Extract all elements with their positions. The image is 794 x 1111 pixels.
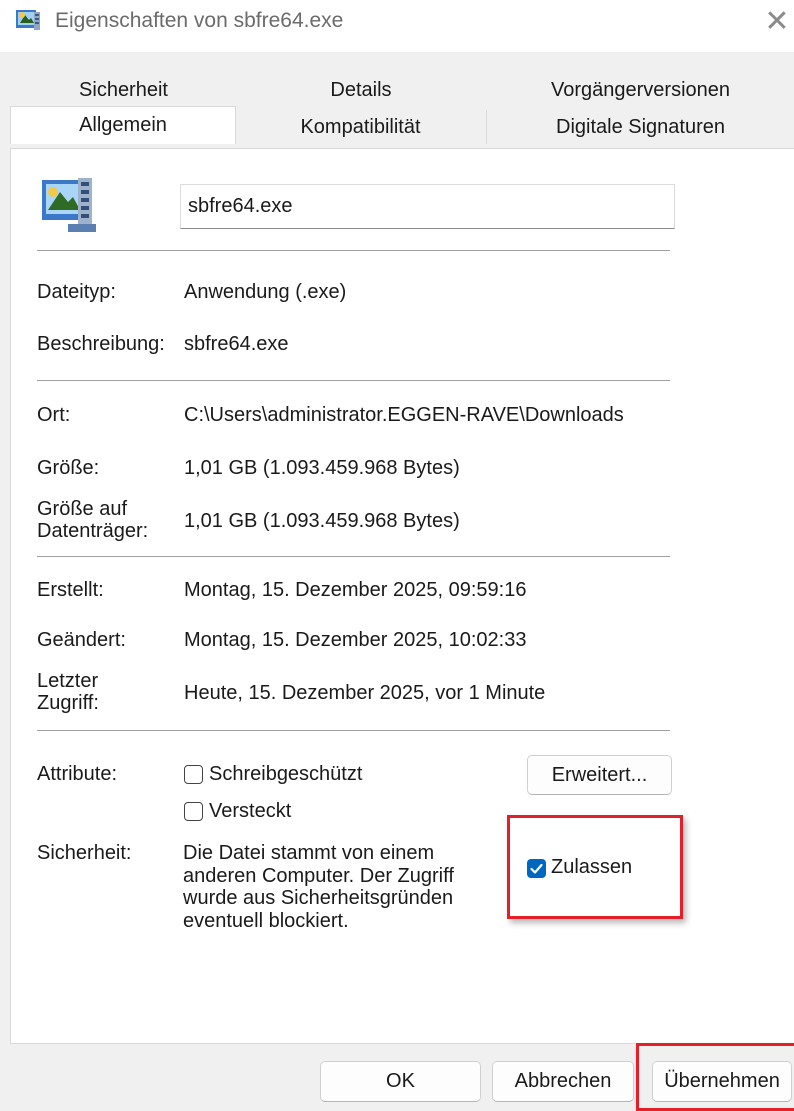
security-label: Sicherheit:: [37, 842, 132, 864]
size-value: 1,01 GB (1.093.459.968 Bytes): [184, 457, 460, 479]
title-bar: Eigenschaften von sbfre64.exe ✕: [0, 0, 794, 52]
tab-allgemein[interactable]: Allgemein: [10, 106, 236, 144]
ok-button[interactable]: OK: [320, 1061, 481, 1102]
checkmark-icon: [530, 863, 543, 874]
separator: [37, 380, 670, 381]
created-label: Erstellt:: [37, 579, 104, 601]
exe-file-icon: [42, 178, 96, 232]
readonly-label[interactable]: Schreibgeschützt: [209, 763, 362, 786]
size-label: Größe:: [37, 457, 100, 479]
description-value: sbfre64.exe: [184, 333, 289, 355]
cancel-button[interactable]: Abbrechen: [492, 1061, 634, 1102]
exe-file-icon: [16, 10, 40, 30]
separator: [37, 730, 670, 731]
readonly-checkbox[interactable]: [184, 765, 203, 784]
accessed-label: Letzter Zugriff:: [37, 670, 99, 714]
filename-input[interactable]: [180, 184, 675, 229]
unblock-label[interactable]: Zulassen: [551, 856, 632, 879]
close-button[interactable]: ✕: [760, 0, 794, 44]
description-label: Beschreibung:: [37, 333, 165, 355]
modified-value: Montag, 15. Dezember 2025, 10:02:33: [184, 629, 527, 651]
tab-kompatibilitaet[interactable]: Kompatibilität: [235, 110, 487, 144]
file-type-value: Anwendung (.exe): [184, 281, 347, 303]
size-on-disk-label: Größe auf Datenträger:: [37, 498, 149, 542]
apply-button[interactable]: Übernehmen: [652, 1061, 792, 1102]
size-on-disk-value: 1,01 GB (1.093.459.968 Bytes): [184, 510, 460, 532]
tab-details[interactable]: Details: [235, 74, 487, 106]
security-warning-text: Die Datei stammt von einem anderen Compu…: [183, 842, 454, 932]
created-value: Montag, 15. Dezember 2025, 09:59:16: [184, 579, 527, 601]
tab-sicherheit[interactable]: Sicherheit: [12, 74, 235, 106]
window-title: Eigenschaften von sbfre64.exe: [55, 9, 344, 32]
modified-label: Geändert:: [37, 629, 126, 651]
hidden-label[interactable]: Versteckt: [209, 800, 291, 823]
file-type-label: Dateityp:: [37, 281, 116, 303]
tab-digitale-signaturen[interactable]: Digitale Signaturen: [487, 110, 794, 144]
location-value: C:\Users\administrator.EGGEN-RAVE\Downlo…: [184, 404, 624, 426]
attributes-label: Attribute:: [37, 763, 118, 785]
unblock-checkbox[interactable]: [527, 859, 546, 878]
separator: [37, 250, 670, 251]
properties-window: Eigenschaften von sbfre64.exe ✕ Sicherhe…: [0, 0, 794, 1111]
advanced-button[interactable]: Erweitert...: [527, 755, 672, 795]
tab-vorgaengerversionen[interactable]: Vorgängerversionen: [487, 74, 794, 106]
separator: [37, 556, 670, 557]
accessed-value: Heute, 15. Dezember 2025, vor 1 Minute: [184, 682, 546, 704]
hidden-checkbox[interactable]: [184, 802, 203, 821]
location-label: Ort:: [37, 404, 71, 426]
